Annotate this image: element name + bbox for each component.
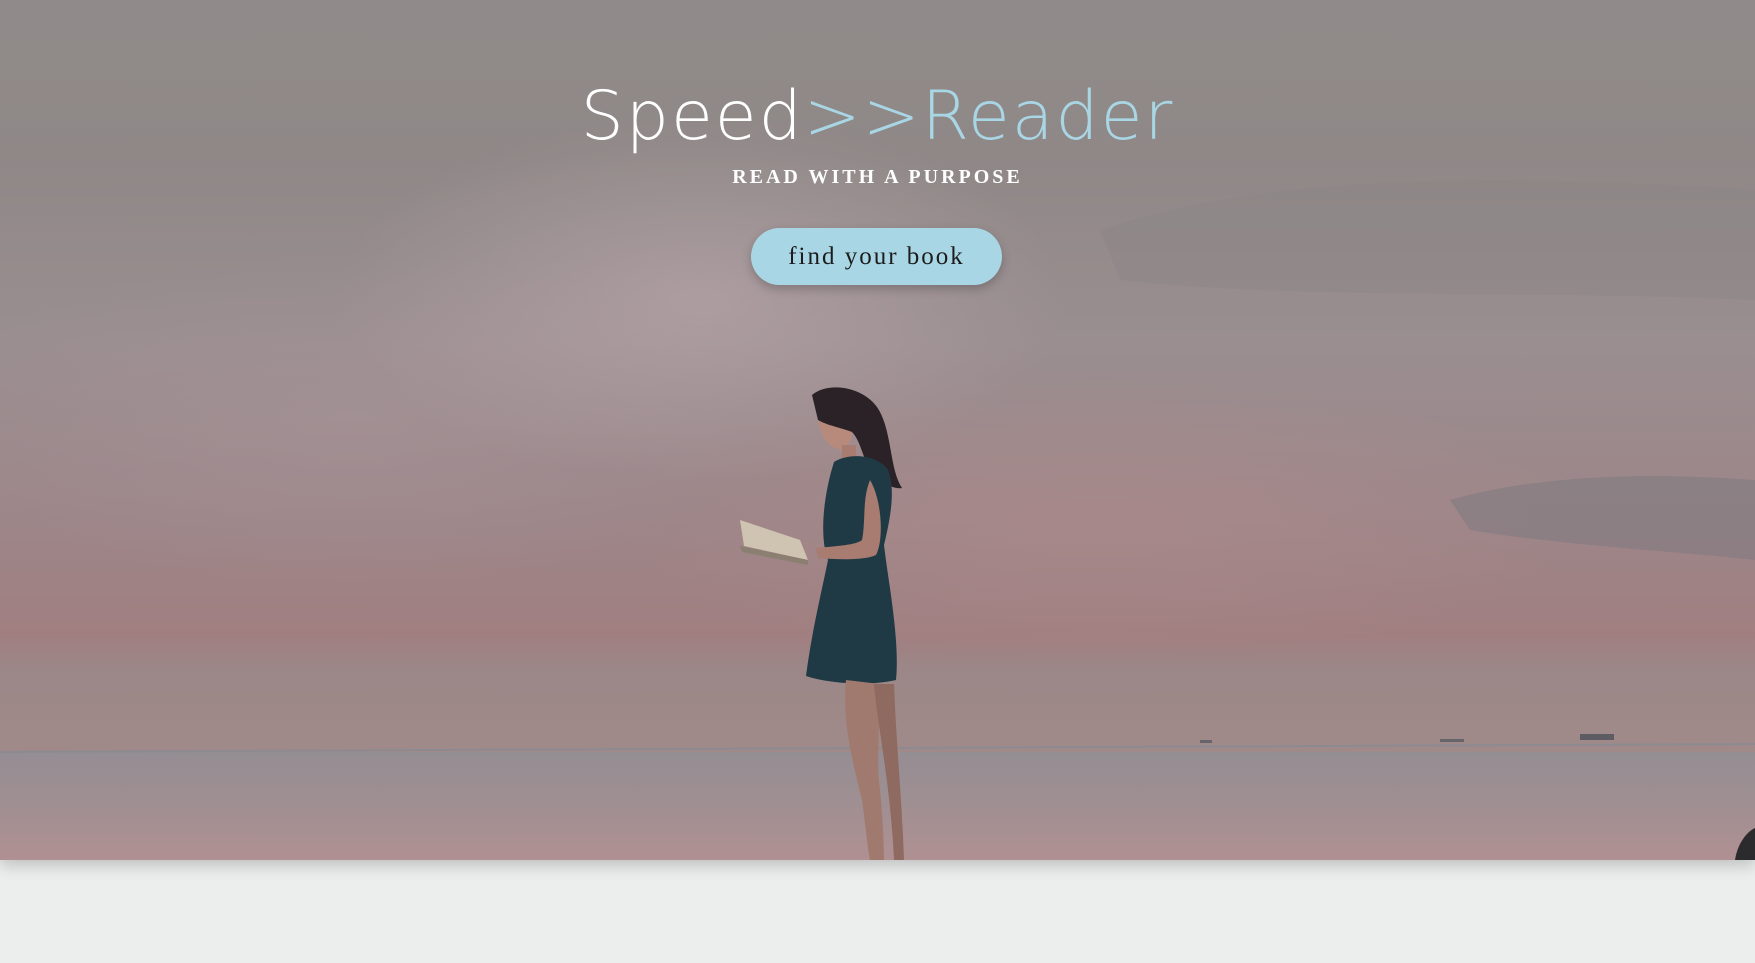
brand-name-primary: Speed	[580, 77, 804, 156]
hero-tagline: READ WITH A PURPOSE	[732, 166, 1023, 188]
hero-section: Speed>>Reader READ WITH A PURPOSE find y…	[0, 0, 1755, 860]
brand-logo[interactable]: Speed>>Reader	[0, 72, 1755, 162]
find-your-book-button[interactable]: find your book	[751, 228, 1002, 285]
brand-name-accent: >>Reader	[803, 77, 1175, 156]
